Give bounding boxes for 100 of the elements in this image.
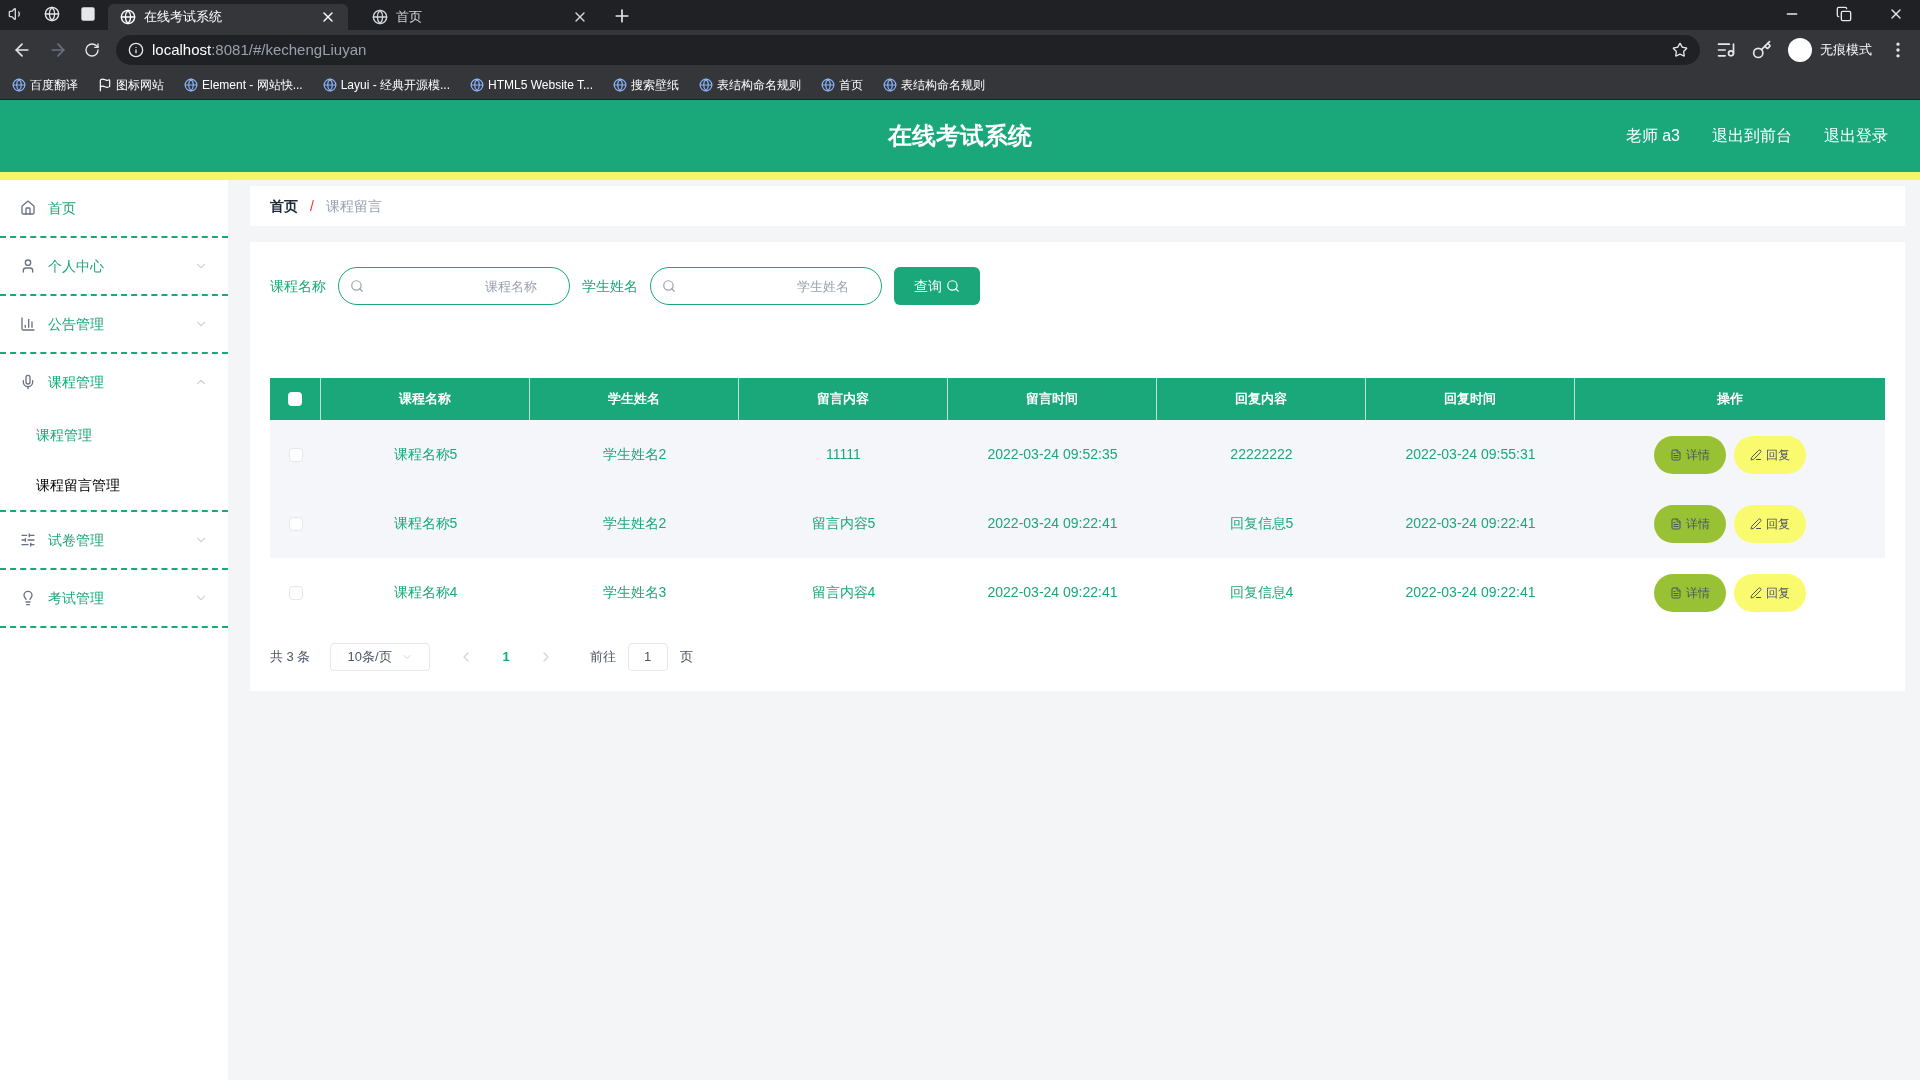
bookmark-label: 图标网站 [116,76,164,94]
table-cell-text: 2022-03-24 09:52:35 [987,445,1118,464]
media-icon[interactable] [1716,40,1736,60]
total-count: 共 3 条 [270,648,311,667]
breadcrumb-separator: / [310,196,314,216]
submenu-item[interactable]: 课程留言管理 [0,460,228,510]
document-icon [1670,448,1682,461]
menu-item-icon [20,258,36,274]
tab-title: 在线考试系统 [144,8,223,27]
table-cell-text: 2022-03-24 09:55:31 [1405,445,1536,464]
bookmark-label: 表结构命名规则 [901,76,985,94]
breadcrumb-item[interactable]: 首页 [270,195,298,217]
column-header: 操作 [1716,390,1744,409]
table-cell-text: 回复信息5 [1229,514,1294,533]
menu-item-icon [20,590,36,606]
menu-item-icon [20,374,36,390]
url-text: localhost:8081/#/kechengLiuyan [152,39,368,60]
bookmark-item[interactable]: Layui - 经典开源模... [322,75,451,94]
row-checkbox[interactable] [288,585,303,600]
pen-icon [1750,586,1762,599]
bookmark-item[interactable]: 搜索壁纸 [613,75,679,94]
row-checkbox[interactable] [288,516,303,531]
reply-button[interactable]: 回复 [1734,504,1806,543]
info-icon [128,42,144,58]
bookmark-item[interactable]: 图标网站 [98,75,164,94]
table-cell-text: 课程名称5 [393,514,458,533]
page-size-select[interactable]: 10条/页 [330,643,431,671]
table-cell-text: 2022-03-24 09:22:41 [987,514,1118,533]
detail-button[interactable]: 详情 [1654,435,1726,474]
window-icon[interactable] [80,6,96,22]
table-cell-text: 课程名称4 [393,583,458,602]
search-field[interactable]: 课程名称 [338,267,570,305]
tab-icon [120,9,136,25]
bookmark-item[interactable]: 首页 [821,75,863,94]
bookmark-label: 搜索壁纸 [631,76,679,94]
bookmark-label: HTML5 Website T... [488,76,593,94]
reply-button[interactable]: 回复 [1734,435,1806,474]
search-icon [946,279,960,293]
bookmark-icon [613,77,627,92]
table-cell-text: 2022-03-24 09:22:41 [1405,583,1536,602]
menu-item-icon [20,316,36,332]
document-icon [1670,517,1682,530]
table-cell-text: 留言内容4 [811,583,876,602]
search-icon [662,279,676,293]
bookmark-star-icon[interactable] [1672,42,1688,58]
goto-page-field[interactable]: 1 [627,643,668,671]
table-cell-text: 留言内容5 [811,514,876,533]
document-icon [1670,586,1682,599]
bookmark-item[interactable]: Element - 网站快... [184,75,303,94]
menu-item-icon [20,532,36,548]
restore-icon[interactable] [1836,6,1852,22]
table-cell-text: 11111 [826,445,861,464]
field-label: 课程名称 [270,276,326,296]
table-cell-text: 2022-03-24 09:22:41 [1405,514,1536,533]
pen-icon [1750,448,1762,461]
reply-button[interactable]: 回复 [1734,573,1806,612]
bookmark-label: 首页 [839,76,863,94]
search-field[interactable]: 学生姓名 [650,267,882,305]
bookmark-icon [883,77,897,92]
site-title: 在线考试系统 [888,121,1032,151]
tab-icon [372,9,388,25]
table-cell-text: 学生姓名2 [602,445,667,464]
key-icon[interactable] [1752,40,1772,60]
bookmark-icon [184,77,198,92]
goto-suffix: 页 [679,648,693,667]
bookmark-item[interactable]: 百度翻译 [12,75,78,94]
pen-icon [1750,517,1762,530]
address-bar[interactable]: localhost:8081/#/kechengLiuyan [116,35,1700,65]
bookmark-item[interactable]: HTML5 Website T... [470,75,593,94]
browser-tab[interactable]: 在线考试系统 [108,4,348,30]
detail-button[interactable]: 详情 [1654,573,1726,612]
bookmark-icon [322,77,337,92]
globe-icon[interactable] [44,6,60,22]
menu-item-icon [20,200,36,216]
bookmark-icon [470,77,485,92]
bookmark-item[interactable]: 表结构命名规则 [883,75,985,94]
table-cell-text: 学生姓名2 [602,514,667,533]
row-checkbox[interactable] [288,447,303,462]
table-cell-text: 学生姓名3 [602,583,667,602]
detail-button[interactable]: 详情 [1654,504,1726,543]
table-cell-text: 回复信息4 [1229,583,1294,602]
bookmark-icon [821,77,835,92]
reload-icon[interactable] [84,42,100,58]
bookmark-label: 表结构命名规则 [717,76,801,94]
select-all-checkbox[interactable] [288,392,302,406]
table-cell-text: 2022-03-24 09:22:41 [987,583,1118,602]
bookmark-label: 百度翻译 [30,76,78,94]
bookmark-label: Layui - 经典开源模... [340,76,451,94]
bookmark-label: Element - 网站快... [202,76,303,94]
flag-icon [98,77,112,92]
table-cell-text: 课程名称5 [393,445,458,464]
bookmark-icon [12,77,26,92]
goto-label: 前往 [589,648,616,667]
bookmark-item[interactable]: 表结构命名规则 [699,75,801,94]
profile-chip[interactable]: 无痕模式 [1788,38,1872,62]
field-label: 学生姓名 [582,276,638,296]
table-cell-text: 22222222 [1230,445,1293,464]
breadcrumb-item: 课程留言 [325,196,382,216]
browser-tab[interactable]: 首页 [360,4,600,30]
bookmark-icon [699,77,713,92]
